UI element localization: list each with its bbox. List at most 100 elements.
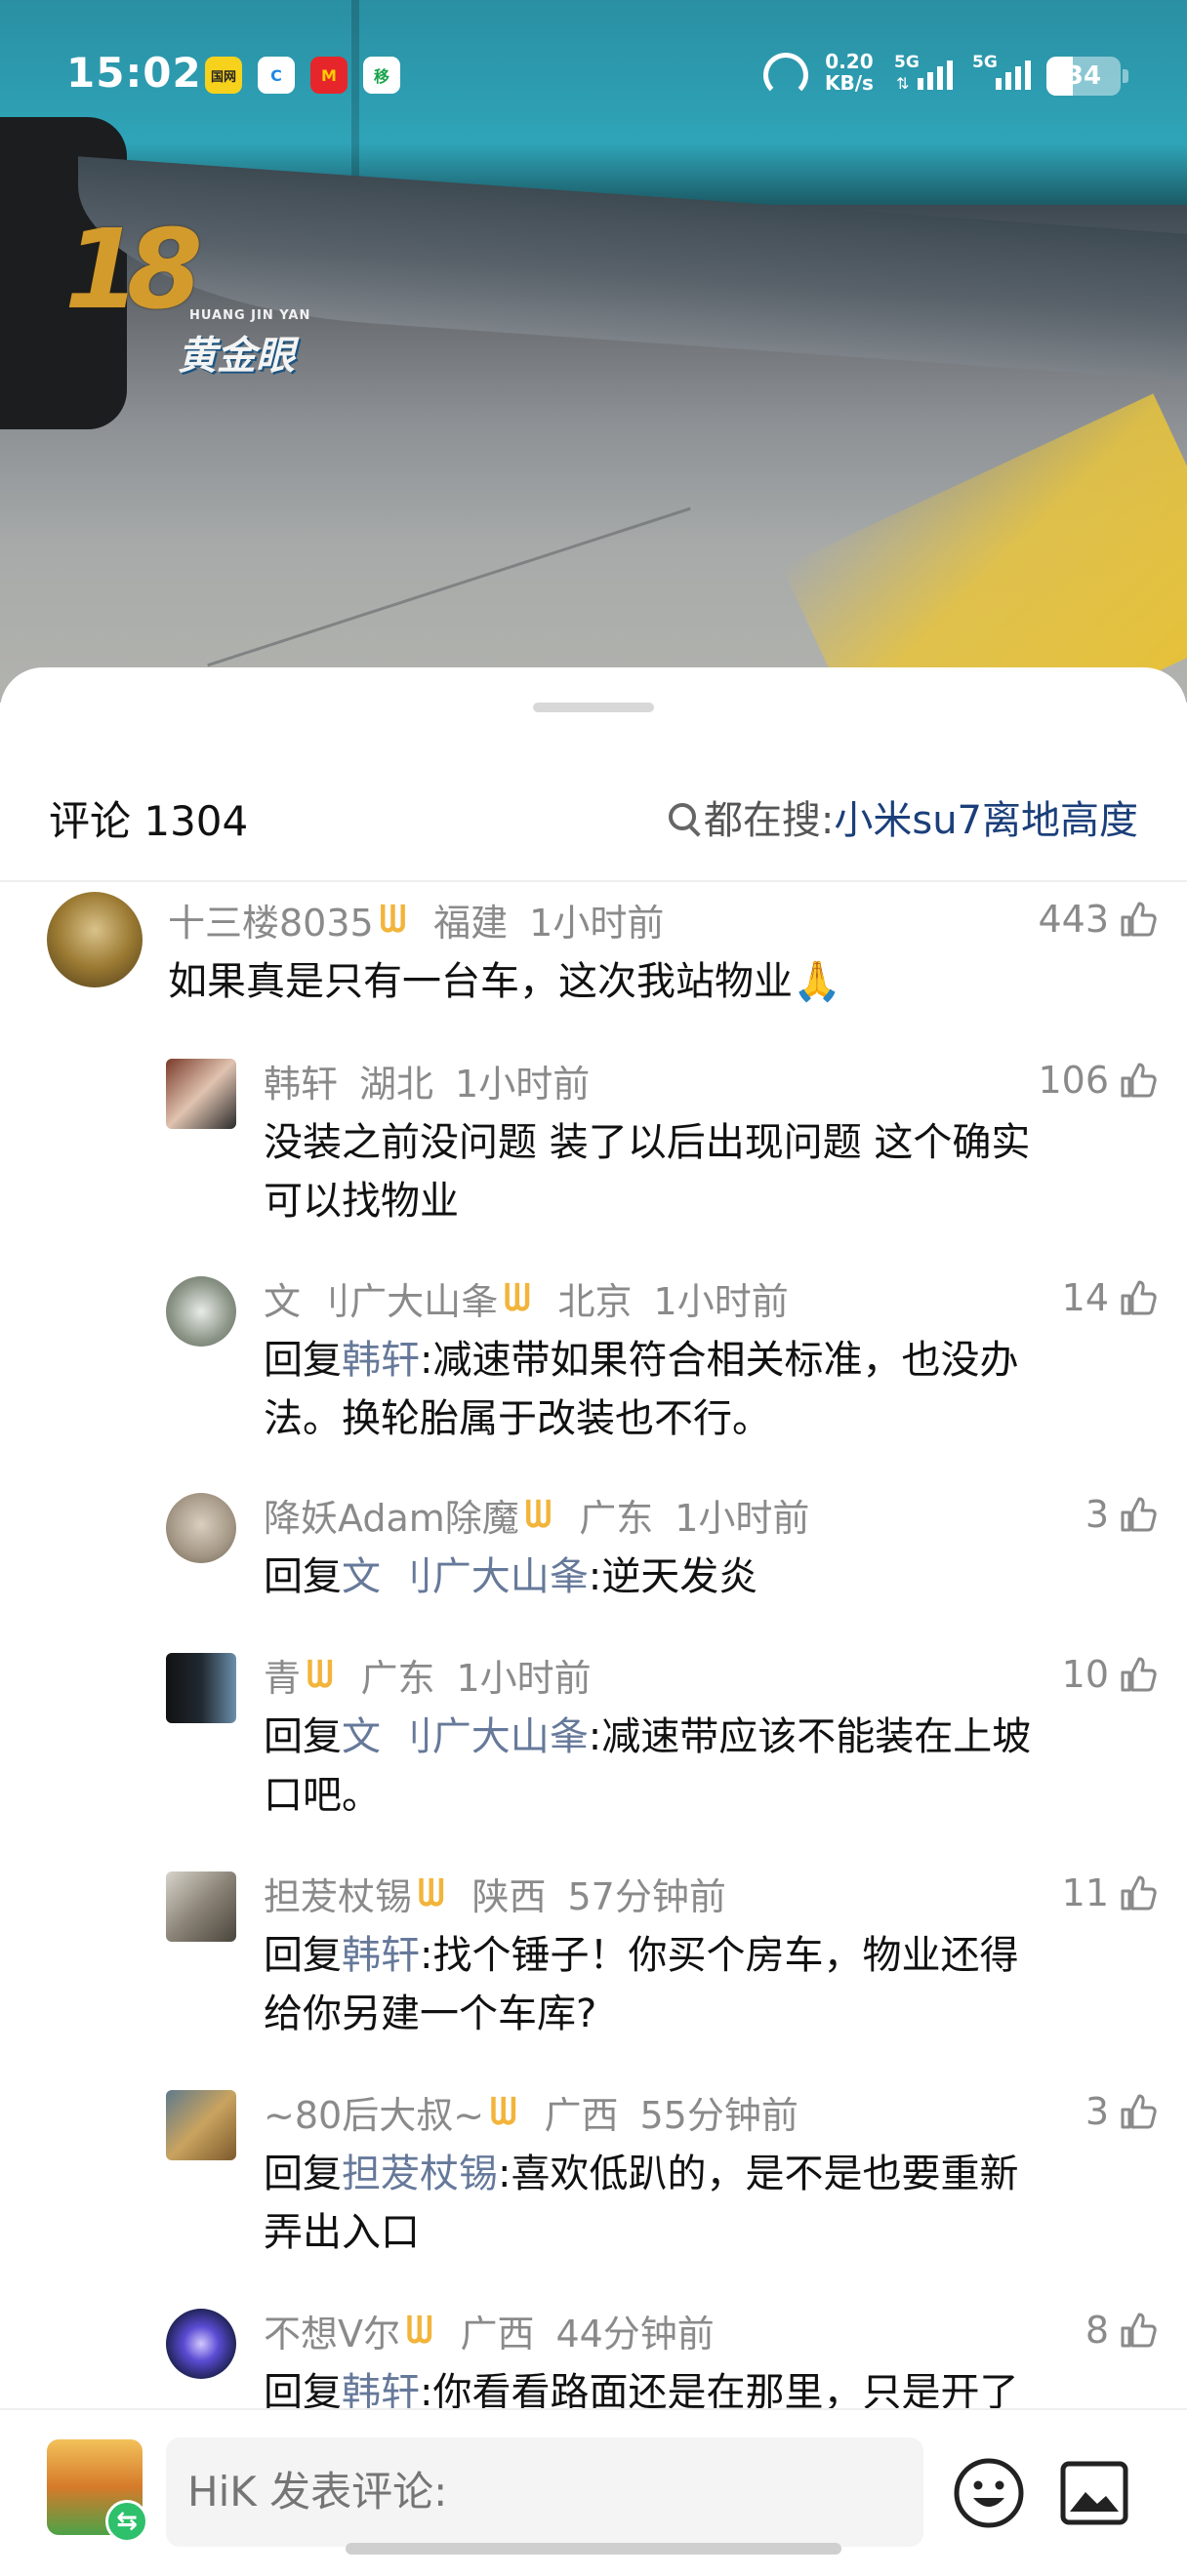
reply-to-user[interactable]: 韩轩 — [342, 1338, 420, 1383]
location: 广东 — [579, 1496, 654, 1540]
reply-item[interactable]: 韩轩 湖北 1小时前 106 没装之前没问题 装了以后出现问题 这个确实 可以找物业 — [0, 1053, 1187, 1248]
video-player[interactable]: 18 HUANG JIN YAN 黄金眼 15:02 国网 C M 移 0.20… — [0, 0, 1187, 703]
like-count: 14 — [1061, 1276, 1109, 1319]
vip-badge-icon: ᗯ — [379, 897, 407, 941]
emoji-icon[interactable] — [953, 2457, 1025, 2529]
avatar[interactable] — [166, 1493, 236, 1563]
avatar[interactable] — [166, 1653, 236, 1723]
username[interactable]: 青 — [264, 1648, 301, 1702]
comment-text-segment: 没装之前没问题 装了以后出现问题 这个确实 — [264, 1120, 1031, 1165]
reply-to-user[interactable]: 担茇杖锡 — [342, 2152, 498, 2196]
like-button[interactable]: 443 — [1038, 892, 1158, 946]
comment-meta: 降妖Adam除魔 ᗯ 广东 1小时前 — [264, 1487, 809, 1542]
reply-prefix: 回复 — [264, 1338, 342, 1383]
avatar[interactable] — [166, 1276, 236, 1347]
like-count: 8 — [1085, 2309, 1109, 2352]
drag-handle[interactable] — [533, 703, 654, 712]
like-button[interactable]: 14 — [1062, 1270, 1158, 1325]
comment-text-line: 如果真是只有一台车，这次我站物业🙏 — [168, 952, 1162, 1011]
comment-input-bar: ⇆ — [0, 2408, 1187, 2576]
like-button[interactable]: 106 — [1038, 1053, 1158, 1107]
vip-badge-icon: ᗯ — [524, 1492, 553, 1536]
location: 广东 — [360, 1656, 435, 1700]
comment-meta: 担茇杖锡 ᗯ 陕西 57分钟前 — [264, 1866, 726, 1920]
comment-text-segment: :找个锤子！你买个房车，物业还得 — [420, 1933, 1019, 1978]
like-count: 10 — [1061, 1653, 1109, 1696]
home-indicator[interactable] — [346, 2543, 841, 2555]
comment-text-line: 可以找物业 — [264, 1172, 1162, 1230]
username[interactable]: 韩轩 — [264, 1054, 338, 1107]
thumbs-up-icon — [1121, 1875, 1157, 1911]
location: 陕西 — [471, 1874, 547, 1918]
comment-meta: 文 刂广大山夆 ᗯ 北京 1小时前 — [264, 1270, 789, 1325]
comment-text-segment: 可以找物业 — [264, 1179, 459, 1224]
avatar[interactable] — [47, 892, 143, 987]
thumbs-up-icon — [1121, 1063, 1157, 1098]
timestamp: 1小时前 — [529, 901, 665, 945]
location: 福建 — [433, 901, 509, 945]
image-icon[interactable] — [1060, 2461, 1128, 2525]
comment-text-line: 给你另建一个车库? — [264, 1985, 1162, 2043]
avatar[interactable] — [166, 1872, 236, 1942]
username[interactable]: 十三楼8035 — [168, 893, 374, 946]
comment-text: 回复文 刂广大山夆:减速带应该不能装在上坡 口吧。 — [264, 1708, 1162, 1825]
avatar[interactable] — [166, 2309, 236, 2379]
comment-meta: 青 ᗯ 广东 1小时前 — [264, 1647, 592, 1702]
comment-meta: 韩轩 湖北 1小时前 — [264, 1053, 590, 1107]
username[interactable]: 担茇杖锡 — [264, 1867, 412, 1920]
like-button[interactable]: 3 — [1085, 1487, 1158, 1542]
comment-text: 如果真是只有一台车，这次我站物业🙏 — [168, 952, 1162, 1011]
like-button[interactable]: 8 — [1085, 2303, 1158, 2357]
swap-account-icon[interactable]: ⇆ — [105, 2500, 148, 2543]
reply-prefix: 回复 — [264, 1933, 342, 1978]
comment-text-segment: 弄出入口 — [264, 2210, 420, 2255]
location: 北京 — [557, 1279, 633, 1323]
like-count: 443 — [1038, 898, 1109, 941]
location: 广西 — [544, 2093, 619, 2137]
reply-to-user[interactable]: 文 刂广大山夆 — [342, 1554, 589, 1599]
reply-item[interactable]: 文 刂广大山夆 ᗯ 北京 1小时前 14 回复韩轩:减速带如果符合相关标准，也没办 法。换轮… — [0, 1270, 1187, 1466]
like-button[interactable]: 11 — [1062, 1866, 1158, 1920]
like-button[interactable]: 10 — [1062, 1647, 1158, 1702]
comment-input[interactable] — [166, 2437, 923, 2547]
trending-search[interactable]: 都在搜: 小米su7离地高度 — [668, 788, 1138, 845]
like-count: 3 — [1085, 1493, 1109, 1536]
username[interactable]: 文 刂广大山夆 — [264, 1271, 498, 1325]
username[interactable]: 降妖Adam除魔 — [264, 1488, 519, 1542]
yellow-road-marking — [781, 393, 1187, 703]
china-mobile-app-icon: 移 — [363, 57, 400, 94]
comment-text-line: 回复韩轩:找个锤子！你买个房车，物业还得 — [264, 1926, 1162, 1985]
reply-item[interactable]: 青 ᗯ 广东 1小时前 10 回复文 刂广大山夆:减速带应该不能装在上坡 口吧。 — [0, 1647, 1187, 1842]
reply-prefix: 回复 — [264, 2152, 342, 2196]
state-grid-app-icon: 国网 — [205, 57, 242, 94]
search-prefix: 都在搜: — [703, 798, 835, 843]
timestamp: 55分钟前 — [639, 2093, 798, 2137]
reply-to-user[interactable]: 韩轩 — [342, 1933, 420, 1978]
vip-badge-icon: ᗯ — [307, 1652, 334, 1696]
comment-text: 回复文 刂广大山夆:逆天发炎 — [264, 1548, 1162, 1606]
reply-item[interactable]: ~80后大叔~ ᗯ 广西 55分钟前 3 回复担茇杖锡:喜欢低趴的，是不是也要重新 弄出入口 — [0, 2084, 1187, 2279]
comment-text-segment: 法。换轮胎属于改装也不行。 — [264, 1396, 771, 1441]
thumbs-up-icon — [1121, 1657, 1157, 1692]
comment-text: 没装之前没问题 装了以后出现问题 这个确实 可以找物业 — [264, 1113, 1162, 1230]
avatar[interactable] — [166, 1059, 236, 1129]
username[interactable]: ~80后大叔~ — [264, 2085, 484, 2139]
reply-to-user[interactable]: 文 刂广大山夆 — [342, 1714, 589, 1759]
avatar[interactable] — [166, 2090, 236, 2160]
username[interactable]: 不想V尔 — [264, 2304, 400, 2357]
comment-text-segment: 如果真是只有一台车，这次我站物业🙏 — [168, 959, 841, 1004]
comment-meta: 十三楼8035 ᗯ 福建 1小时前 — [168, 892, 664, 946]
reply-item[interactable]: 担茇杖锡 ᗯ 陕西 57分钟前 11 回复韩轩:找个锤子！你买个房车，物业还得 给你另建一个… — [0, 1866, 1187, 2061]
comment-text-line: 回复担茇杖锡:喜欢低趴的，是不是也要重新 — [264, 2145, 1162, 2203]
like-button[interactable]: 3 — [1085, 2084, 1158, 2139]
search-icon — [668, 803, 696, 830]
thumbs-up-icon — [1121, 902, 1157, 937]
search-query-link[interactable]: 小米su7离地高度 — [834, 788, 1138, 845]
comment-text: 回复韩轩:减速带如果符合相关标准，也没办 法。换轮胎属于改装也不行。 — [264, 1331, 1162, 1448]
timestamp: 1小时前 — [455, 1062, 591, 1106]
vip-badge-icon: ᗯ — [504, 1275, 531, 1319]
speedometer-icon — [763, 53, 808, 98]
battery-level: 34 — [1065, 61, 1102, 91]
clock: 15:02 — [66, 49, 202, 97]
divider — [0, 880, 1187, 882]
